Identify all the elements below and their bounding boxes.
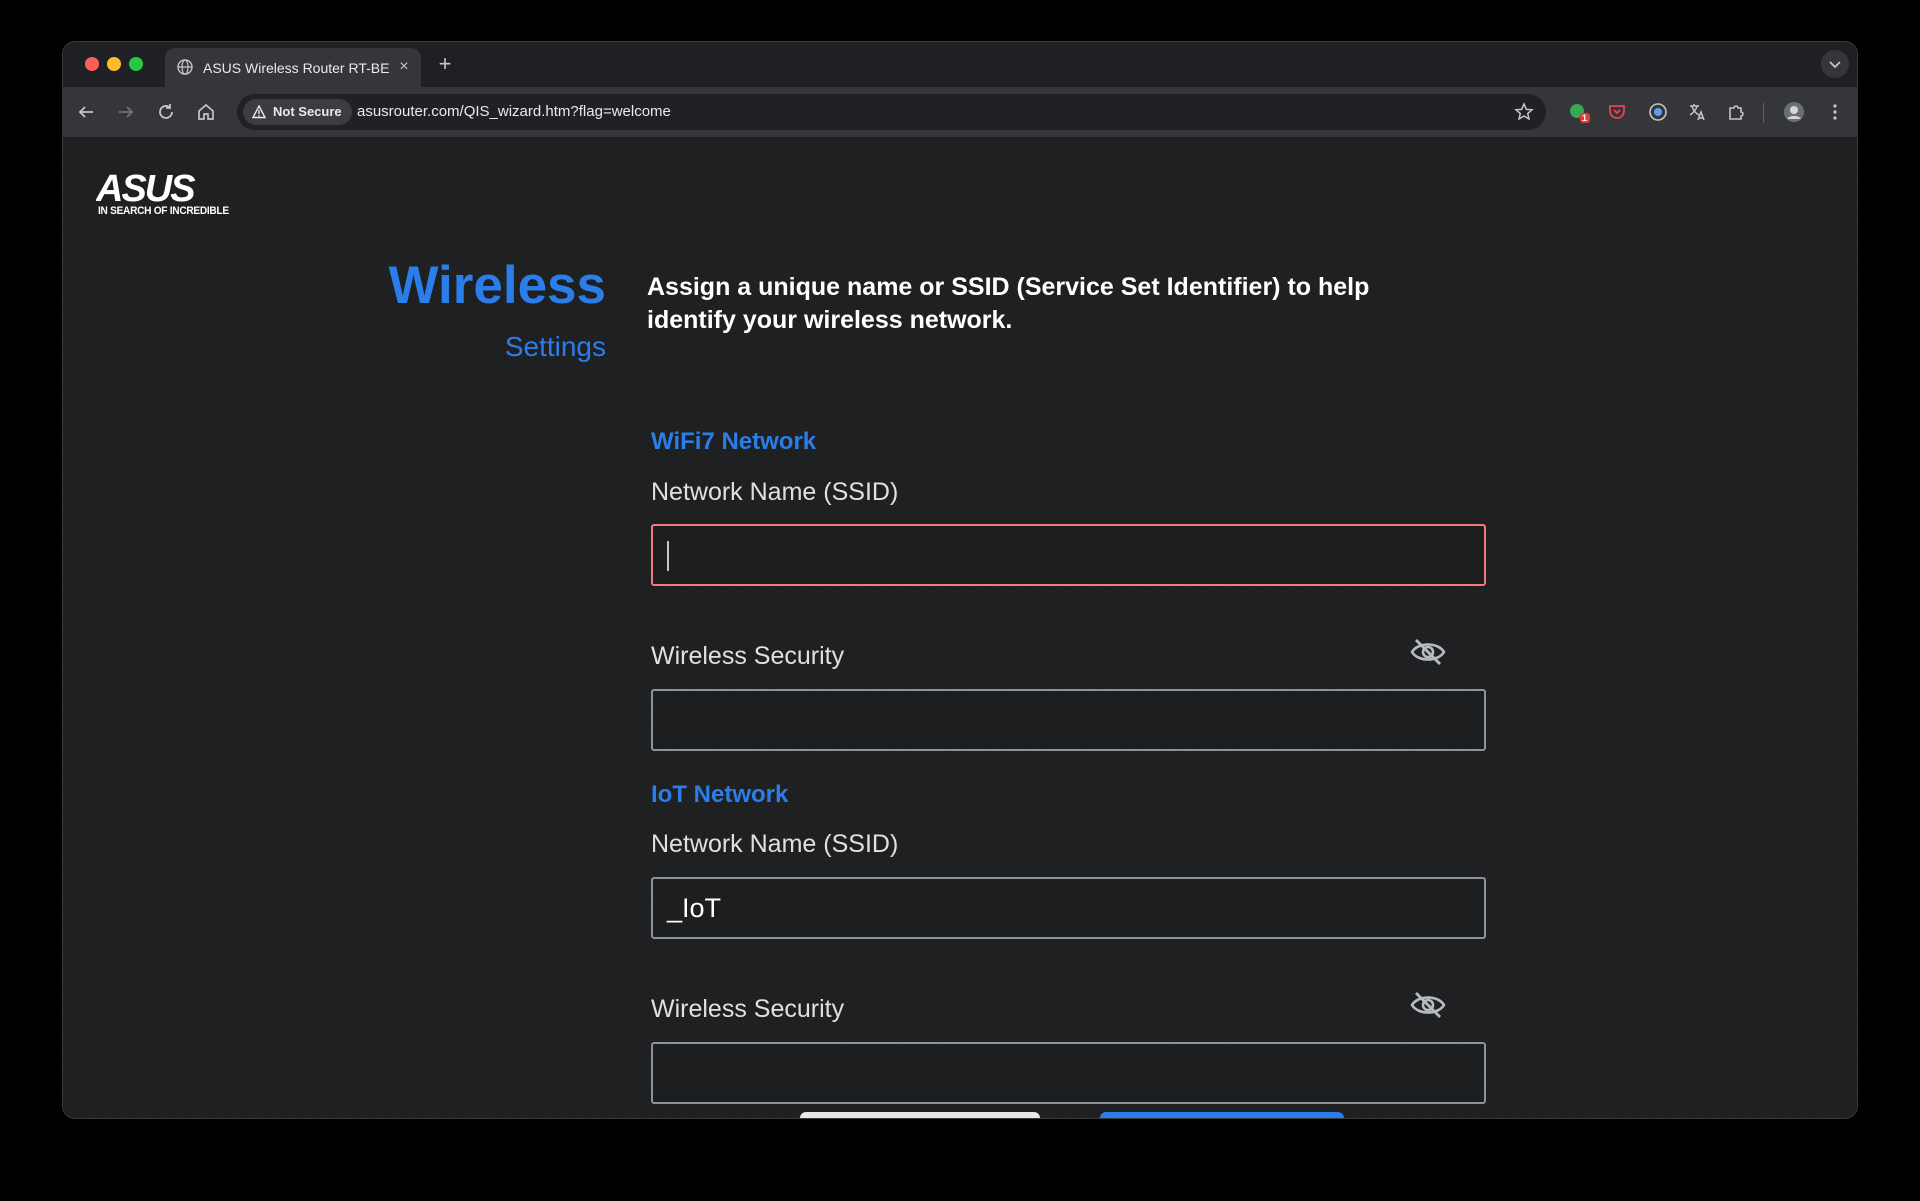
pocket-icon[interactable]: [1605, 100, 1629, 124]
profile-avatar-icon[interactable]: [1782, 100, 1806, 124]
page-subtitle: Settings: [504, 331, 606, 362]
eye-off-icon[interactable]: [1409, 989, 1447, 1021]
wifi7-ssid-input[interactable]: [651, 524, 1486, 586]
iot-security-input[interactable]: [651, 1042, 1486, 1104]
extension-badge: 1: [1582, 113, 1588, 123]
chevron-down-icon: [1829, 61, 1841, 69]
security-label: Not Secure: [273, 104, 342, 119]
translate-icon[interactable]: [1685, 100, 1709, 124]
translate-globe-icon[interactable]: [1646, 100, 1670, 124]
browser-window: ASUS Wireless Router RT-BE × + Not Secur…: [63, 42, 1857, 1118]
toolbar-divider: [1763, 103, 1764, 123]
iot-security-label: Wireless Security: [651, 995, 845, 1023]
eye-off-icon[interactable]: [1409, 636, 1447, 668]
home-icon[interactable]: [194, 100, 218, 124]
iot-ssid-input[interactable]: _IoT: [651, 877, 1486, 939]
reload-icon[interactable]: [154, 100, 178, 124]
iot-ssid-label: Network Name (SSID): [651, 830, 899, 858]
logo-tagline: IN SEARCH OF INCREDIBLE: [98, 205, 229, 217]
page-title: Wireless: [388, 256, 606, 315]
extension-green-icon[interactable]: 1: [1566, 100, 1590, 124]
iot-ssid-value: _IoT: [667, 893, 722, 923]
wifi7-section-title: WiFi7 Network: [651, 428, 817, 455]
browser-tab[interactable]: ASUS Wireless Router RT-BE ×: [165, 48, 421, 87]
close-tab-icon[interactable]: ×: [395, 58, 413, 76]
url-text[interactable]: asusrouter.com/QIS_wizard.htm?flag=welco…: [357, 103, 671, 120]
warning-icon: [252, 105, 266, 119]
new-tab-button[interactable]: +: [433, 52, 457, 76]
wifi7-ssid-label: Network Name (SSID): [651, 478, 899, 506]
minimize-window-button[interactable]: [107, 57, 121, 71]
more-options-icon[interactable]: [1823, 100, 1847, 124]
close-window-button[interactable]: [85, 57, 99, 71]
globe-icon: [177, 59, 193, 75]
back-arrow-icon[interactable]: [74, 100, 98, 124]
text-caret: [667, 541, 669, 571]
wifi7-security-label: Wireless Security: [651, 642, 845, 670]
page-description: Assign a unique name or SSID (Service Se…: [647, 273, 1370, 334]
next-button[interactable]: [1100, 1112, 1344, 1118]
tab-title: ASUS Wireless Router RT-BE: [203, 60, 389, 76]
previous-button[interactable]: [800, 1112, 1040, 1118]
page-content: ASUS IN SEARCH OF INCREDIBLE Wireless Se…: [63, 137, 1857, 1118]
iot-section-title: IoT Network: [651, 781, 789, 808]
browser-toolbar: Not Secure asusrouter.com/QIS_wizard.htm…: [63, 87, 1857, 137]
address-bar[interactable]: Not Secure asusrouter.com/QIS_wizard.htm…: [237, 94, 1546, 130]
wifi7-security-input[interactable]: [651, 689, 1486, 751]
tab-strip: ASUS Wireless Router RT-BE × +: [63, 42, 1857, 87]
forward-arrow-icon[interactable]: [114, 100, 138, 124]
maximize-window-button[interactable]: [129, 57, 143, 71]
tab-search-button[interactable]: [1821, 50, 1849, 78]
bookmark-star-icon[interactable]: [1514, 102, 1534, 122]
puzzle-extensions-icon[interactable]: [1724, 100, 1748, 124]
site-security-chip[interactable]: Not Secure: [243, 99, 352, 125]
